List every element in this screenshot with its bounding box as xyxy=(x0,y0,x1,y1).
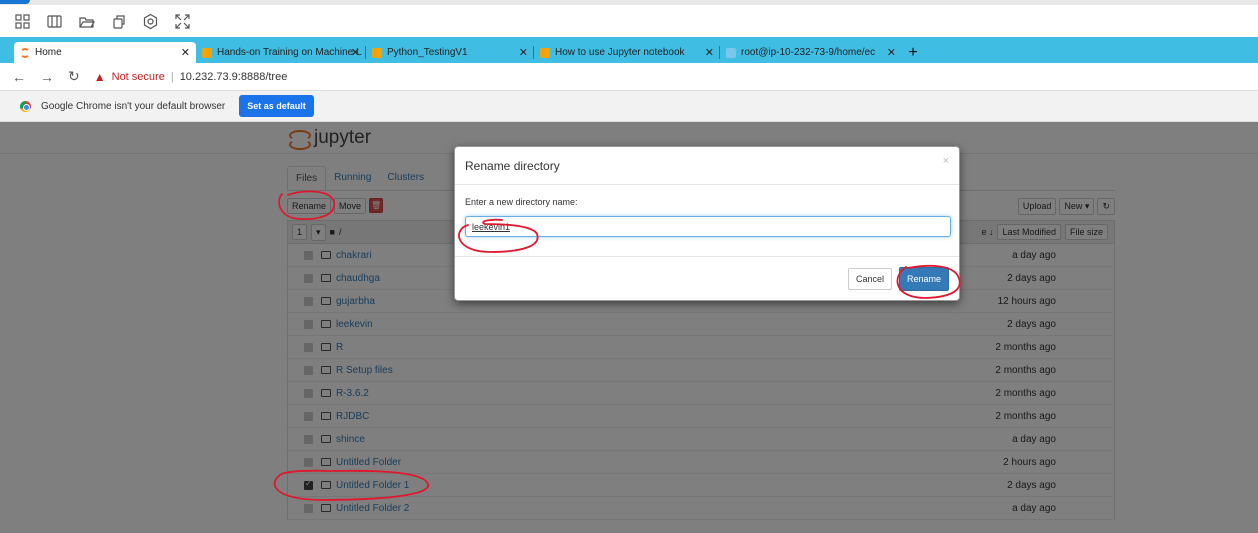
forward-arrow-icon[interactable]: → xyxy=(40,69,54,85)
grid-icon[interactable] xyxy=(14,13,31,30)
dialog-body: Enter a new directory name: xyxy=(455,185,959,249)
browser-tab-terminal[interactable]: root@ip-10-232-73-9/home/ec ✕ xyxy=(720,42,902,63)
app-strip-indicator xyxy=(0,0,30,4)
cancel-button[interactable]: Cancel xyxy=(847,268,892,290)
close-icon[interactable]: ✕ xyxy=(705,46,714,59)
page-favicon-icon xyxy=(372,47,382,58)
browser-tab-jupyter-howto[interactable]: How to use Jupyter notebook ✕ xyxy=(534,42,720,63)
directory-name-input[interactable] xyxy=(465,216,951,237)
not-secure-label: Not secure xyxy=(111,70,165,83)
close-icon[interactable]: ✕ xyxy=(181,46,190,59)
browser-tab-home[interactable]: Home ✕ xyxy=(14,42,196,63)
browser-tab-python-testing[interactable]: Python_TestingV1 ✕ xyxy=(366,42,534,63)
page-favicon-icon xyxy=(202,47,212,58)
url-field[interactable]: ▲ Not secure | 10.232.73.9:8888/tree xyxy=(94,70,288,84)
chrome-logo-icon xyxy=(20,100,31,112)
window-icon[interactable] xyxy=(46,13,63,30)
app-toolbar xyxy=(0,5,1258,37)
browser-tab-label: Hands-on Training on Machine L xyxy=(217,47,362,58)
dialog-header: Rename directory × xyxy=(455,147,959,185)
folder-open-icon[interactable] xyxy=(78,13,95,30)
copy-icon[interactable] xyxy=(110,13,127,30)
close-icon[interactable]: ✕ xyxy=(351,46,360,59)
close-icon[interactable]: ✕ xyxy=(519,46,528,59)
browser-tab-label: root@ip-10-232-73-9/home/ec xyxy=(741,47,876,58)
browser-tab-label: Home xyxy=(35,47,62,58)
browser-tab-bar: Home ✕ Hands-on Training on Machine L ✕ … xyxy=(0,37,1258,63)
address-bar: ← → ↻ ▲ Not secure | 10.232.73.9:8888/tr… xyxy=(0,63,1258,90)
default-browser-infobar: Google Chrome isn't your default browser… xyxy=(0,90,1258,122)
jupyter-favicon-icon xyxy=(20,47,30,58)
rename-confirm-button[interactable]: Rename xyxy=(898,267,949,291)
close-icon[interactable]: ✕ xyxy=(887,46,896,59)
url-text: 10.232.73.9:8888/tree xyxy=(179,70,288,83)
dialog-footer: Cancel Rename xyxy=(455,256,959,300)
browser-tab-label: Python_TestingV1 xyxy=(387,47,468,58)
set-as-default-button[interactable]: Set as default xyxy=(239,95,314,117)
warning-icon: ▲ xyxy=(93,69,106,84)
terminal-favicon-icon xyxy=(726,47,736,58)
expand-icon[interactable] xyxy=(174,13,191,30)
back-arrow-icon[interactable]: ← xyxy=(12,69,26,85)
close-icon[interactable]: × xyxy=(943,155,949,167)
reload-icon[interactable]: ↻ xyxy=(68,68,80,85)
settings-icon[interactable] xyxy=(142,13,159,30)
browser-tab-training[interactable]: Hands-on Training on Machine L ✕ xyxy=(196,42,366,63)
dialog-title: Rename directory xyxy=(465,159,560,173)
page-favicon-icon xyxy=(540,47,550,58)
new-tab-button[interactable]: + xyxy=(902,42,924,63)
url-divider: | xyxy=(170,70,174,83)
directory-name-label: Enter a new directory name: xyxy=(465,197,578,207)
infobar-text: Google Chrome isn't your default browser xyxy=(41,100,226,112)
browser-tab-label: How to use Jupyter notebook xyxy=(555,47,685,58)
rename-directory-dialog: Rename directory × Enter a new directory… xyxy=(454,146,960,301)
